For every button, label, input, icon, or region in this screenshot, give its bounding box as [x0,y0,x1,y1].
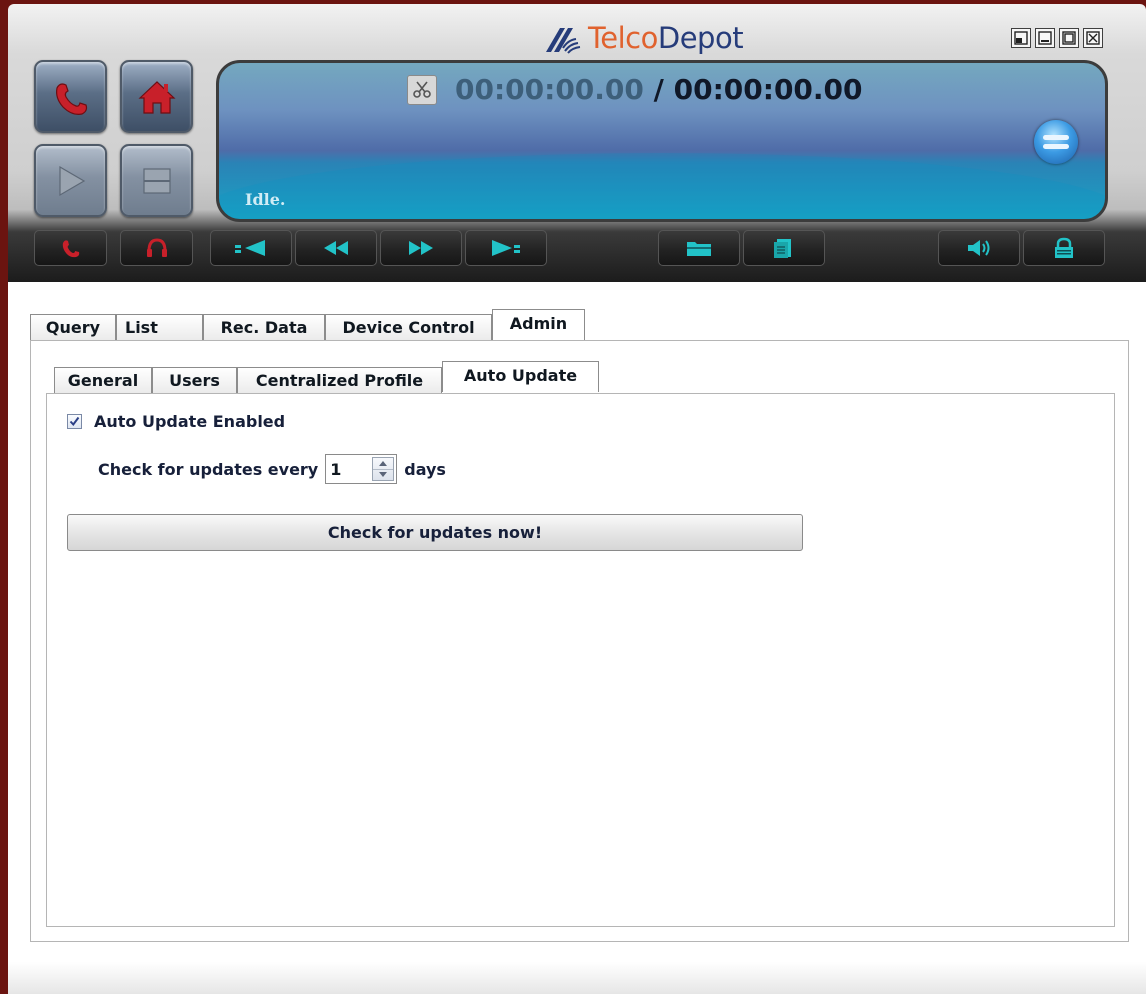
total-time: 00:00:00.00 [673,73,863,106]
restore-small-icon [1014,31,1028,45]
minimize-button[interactable] [1035,28,1055,48]
tab-query[interactable]: Query [30,314,116,340]
volume-icon [968,240,990,256]
player-chrome: Telco Depot 00:00:00.00 / 00:00:00.00 Id… [8,4,1146,282]
telco-depot-logo: Telco Depot [542,18,744,58]
skip-back-button[interactable] [210,230,292,266]
scissors-icon [413,81,431,98]
cut-button[interactable] [407,75,437,105]
spin-buttons [372,457,395,481]
skip-forward-button[interactable] [465,230,547,266]
rewind-button[interactable] [295,230,377,266]
skip-forward-icon [492,240,520,256]
panel-footer [8,962,1146,994]
interval-value[interactable]: 1 [326,460,366,479]
main-panel: Query List Rec. Data Device Control Admi… [8,282,1146,994]
document-stack-icon [774,239,791,258]
tab-general[interactable]: General [54,367,152,393]
volume-button[interactable] [938,230,1020,266]
tab-device-control[interactable]: Device Control [325,314,492,340]
lock-icon [1055,237,1073,258]
fast-forward-button[interactable] [380,230,462,266]
checkmark-icon [69,416,80,427]
documents-button[interactable] [743,230,825,266]
minimize-icon [1038,31,1052,45]
stop-icon [142,167,171,194]
close-icon [1086,31,1100,45]
tab-users[interactable]: Users [152,367,237,393]
auto-update-checkbox[interactable] [67,414,82,429]
phone-icon [55,82,87,115]
headset-icon [146,238,167,257]
hangup-icon [1043,133,1069,151]
player-display: 00:00:00.00 / 00:00:00.00 Idle. [216,60,1108,222]
spin-up-button[interactable] [373,458,393,469]
tab-admin[interactable]: Admin [492,309,585,340]
rewind-icon [324,241,348,255]
interval-row: Check for updates every 1 days [98,454,446,484]
play-icon [58,165,85,196]
stop-button[interactable] [120,144,193,217]
auto-update-enabled-label: Auto Update Enabled [94,412,286,431]
lock-button[interactable] [1023,230,1105,266]
folder-icon [687,242,711,256]
status-text: Idle. [245,190,286,209]
play-button[interactable] [34,144,107,217]
tab-rec-data[interactable]: Rec. Data [203,314,325,340]
current-time: 00:00:00.00 [455,73,644,106]
auto-update-enabled-row: Auto Update Enabled [67,412,285,431]
hangup-button[interactable] [1034,120,1078,164]
logo-text-telco: Telco [588,21,658,55]
phone-small-icon [62,240,79,258]
fast-forward-icon [409,241,433,255]
time-readout: 00:00:00.00 / 00:00:00.00 [455,73,863,106]
call-button[interactable] [34,60,107,133]
maximize-icon [1062,31,1076,45]
phone-small-button[interactable] [34,230,107,266]
chevron-down-icon [379,472,388,478]
interval-label: Check for updates every [98,459,319,479]
spin-down-button[interactable] [373,468,394,481]
tab-list[interactable]: List [116,314,203,340]
logo-mark-icon [546,28,581,54]
open-folder-button[interactable] [658,230,740,266]
chevron-up-icon [379,460,388,466]
restore-small-button[interactable] [1011,28,1031,48]
home-icon [137,80,176,114]
interval-unit-label: days [404,459,446,479]
interval-stepper[interactable]: 1 [325,454,398,484]
headset-button[interactable] [120,230,193,266]
check-for-updates-button[interactable]: Check for updates now! [67,514,803,551]
tab-auto-update[interactable]: Auto Update [442,361,599,392]
tab-centralized-profile[interactable]: Centralized Profile [237,367,442,393]
logo-text-depot: Depot [657,21,744,55]
time-separator: / [653,73,664,106]
close-button[interactable] [1083,28,1103,48]
skip-back-icon [235,240,265,256]
home-button[interactable] [120,60,193,133]
maximize-button[interactable] [1059,28,1079,48]
